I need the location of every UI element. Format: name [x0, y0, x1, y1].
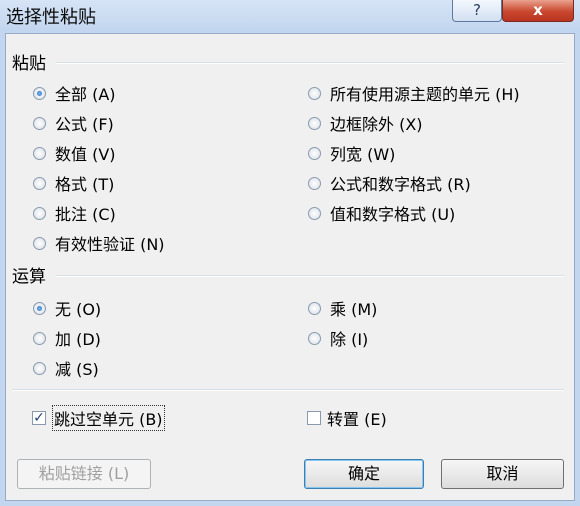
radio-icon[interactable] [308, 146, 321, 160]
paste-option-values[interactable]: 数值 (V) [33, 140, 116, 166]
paste-option-all[interactable]: 全部 (A) [33, 80, 116, 106]
operation-option-label: 减 (S) [55, 360, 99, 379]
ok-button[interactable]: 确定 [304, 459, 424, 489]
radio-icon[interactable] [308, 86, 321, 100]
operation-option-multiply[interactable]: 乘 (M) [308, 295, 377, 321]
radio-icon[interactable] [308, 301, 321, 315]
radio-icon[interactable] [33, 206, 46, 220]
transpose-checkbox[interactable]: 转置 (E) [307, 405, 387, 431]
radio-icon[interactable] [308, 176, 321, 190]
paste-option-values-number-formats[interactable]: 值和数字格式 (U) [308, 200, 455, 226]
paste-link-button[interactable]: 粘贴链接 (L) [17, 459, 151, 489]
paste-option-label: 公式 (F) [55, 115, 114, 134]
paste-option-formulas-number-formats[interactable]: 公式和数字格式 (R) [308, 170, 471, 196]
operation-option-divide[interactable]: 除 (I) [308, 325, 368, 351]
radio-icon[interactable] [33, 146, 46, 160]
radio-icon[interactable] [33, 176, 46, 190]
paste-option-source-theme[interactable]: 所有使用源主题的单元 (H) [308, 80, 520, 106]
help-button[interactable]: ? [452, 0, 502, 22]
operation-option-add[interactable]: 加 (D) [33, 325, 101, 351]
paste-option-label: 列宽 (W) [330, 145, 396, 164]
dialog-title: 选择性粘贴 [6, 7, 96, 28]
radio-icon[interactable] [33, 116, 46, 130]
title-bar[interactable]: 选择性粘贴 ? x [0, 0, 580, 32]
paste-option-label: 批注 (C) [55, 205, 116, 224]
transpose-label: 转置 (E) [327, 410, 387, 429]
operation-option-label: 乘 (M) [330, 300, 378, 319]
dialog-body: 粘贴 全部 (A) 公式 (F) 数值 (V) 格式 (T) 批注 (C) 有效… [5, 33, 575, 501]
paste-option-label: 格式 (T) [55, 175, 115, 194]
paste-group-title: 粘贴 [12, 54, 46, 74]
paste-option-label: 有效性验证 (N) [55, 235, 165, 254]
cancel-button[interactable]: 取消 [441, 459, 564, 489]
paste-option-label: 全部 (A) [55, 85, 116, 104]
paste-option-label: 数值 (V) [55, 145, 116, 164]
operation-option-label: 加 (D) [55, 330, 101, 349]
radio-selected-icon[interactable] [33, 86, 46, 100]
options-separator [12, 389, 564, 391]
skip-blanks-checkbox[interactable]: ✓ 跳过空单元 (B) [32, 405, 165, 431]
close-button[interactable]: x [502, 0, 574, 22]
paste-option-label: 公式和数字格式 (R) [330, 175, 471, 194]
radio-selected-icon[interactable] [33, 301, 46, 315]
operation-option-subtract[interactable]: 减 (S) [33, 355, 99, 381]
radio-icon[interactable] [308, 331, 321, 345]
paste-option-formats[interactable]: 格式 (T) [33, 170, 114, 196]
checkbox-checked-icon[interactable]: ✓ [32, 411, 46, 425]
operation-option-none[interactable]: 无 (O) [33, 295, 101, 321]
paste-group-separator [56, 62, 564, 64]
radio-icon[interactable] [33, 331, 46, 345]
checkbox-icon[interactable] [307, 411, 321, 425]
radio-icon[interactable] [308, 116, 321, 130]
paste-option-except-borders[interactable]: 边框除外 (X) [308, 110, 423, 136]
radio-icon[interactable] [33, 361, 46, 375]
operation-option-label: 无 (O) [55, 300, 102, 319]
operation-option-label: 除 (I) [330, 330, 369, 349]
paste-option-formulas[interactable]: 公式 (F) [33, 110, 114, 136]
paste-option-label: 边框除外 (X) [330, 115, 423, 134]
radio-icon[interactable] [308, 206, 321, 220]
paste-option-label: 值和数字格式 (U) [330, 205, 456, 224]
paste-special-dialog: 选择性粘贴 ? x 粘贴 全部 (A) 公式 (F) 数值 (V) 格式 (T)… [0, 0, 580, 506]
paste-option-label: 所有使用源主题的单元 (H) [330, 85, 520, 104]
skip-blanks-label: 跳过空单元 (B) [52, 405, 165, 431]
paste-option-validation[interactable]: 有效性验证 (N) [33, 230, 165, 256]
operation-group-title: 运算 [12, 267, 46, 287]
paste-option-comments[interactable]: 批注 (C) [33, 200, 116, 226]
operation-group-separator [56, 275, 564, 277]
paste-option-column-widths[interactable]: 列宽 (W) [308, 140, 395, 166]
radio-icon[interactable] [33, 236, 46, 250]
